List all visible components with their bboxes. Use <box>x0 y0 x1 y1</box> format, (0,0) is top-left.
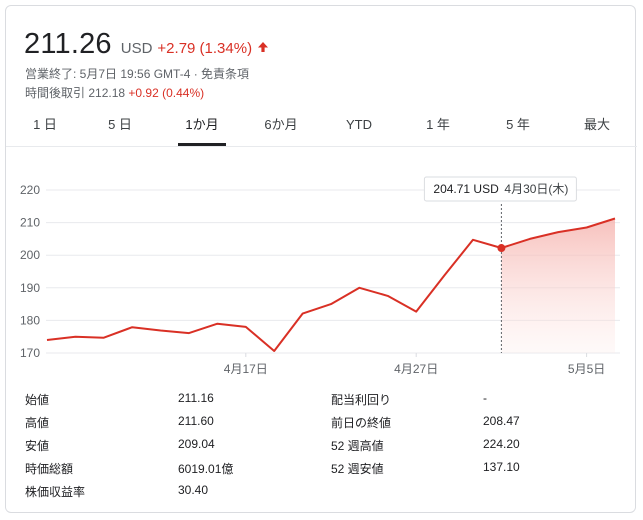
stat-label: 時価総額 <box>25 462 74 476</box>
stat-value: - <box>483 391 487 405</box>
x-tick-label: 5月5日 <box>568 362 605 376</box>
tab-6-month[interactable]: 6か月 <box>246 106 316 146</box>
stat-value: 30.40 <box>178 483 209 497</box>
x-axis-ticks: 4月17日 4月27日 5月5日 <box>224 353 605 376</box>
data-points <box>497 244 506 253</box>
x-tick-label: 4月27日 <box>394 362 438 376</box>
tab-5-year[interactable]: 5 年 <box>483 106 553 146</box>
tab-max[interactable]: 最大 <box>562 106 632 146</box>
stat-value: 209.04 <box>178 437 215 451</box>
price-chart[interactable]: 170 180 190 200 210 220 4月17日 4月27日 5月5日 204.71… <box>6 146 637 386</box>
stat-label: 始値 <box>25 393 50 407</box>
stat-label: 52 週安値 <box>331 462 384 476</box>
tooltip-date: 4月30日(木) <box>504 182 568 196</box>
stat-label: 株価収益率 <box>25 485 86 499</box>
y-tick-label: 190 <box>20 281 40 295</box>
stat-label: 安値 <box>25 439 50 453</box>
quote-header: 211.26 USD +2.79 (1.34%) <box>24 28 269 61</box>
after-hours-line: 時間後取引 212.18 +0.92 (0.44%) <box>25 84 204 101</box>
after-hours-label: 時間後取引 <box>25 86 86 100</box>
y-tick-label: 210 <box>20 216 40 230</box>
x-tick-label: 4月17日 <box>224 362 268 376</box>
y-axis-ticks: 170 180 190 200 210 220 <box>20 183 40 360</box>
range-tabs: 1 日 5 日 1か月 6か月 YTD 1 年 5 年 最大 <box>6 106 637 147</box>
stat-value: 211.60 <box>178 414 214 428</box>
tooltip: 204.71 USD 4月30日(木) <box>423 176 577 202</box>
tab-1-month[interactable]: 1か月 <box>178 106 226 146</box>
after-hours-price: 212.18 <box>88 86 126 100</box>
tab-5-day[interactable]: 5 日 <box>85 106 155 146</box>
current-price: 211.26 <box>24 28 112 60</box>
market-status: 営業終了: 5月7日 19:56 GMT-4 · 免責条項 <box>25 67 250 81</box>
stat-value: 211.16 <box>178 391 214 405</box>
tab-1-day[interactable]: 1 日 <box>10 106 80 146</box>
stat-label: 配当利回り <box>331 393 392 407</box>
tab-1-year[interactable]: 1 年 <box>403 106 473 146</box>
tooltip-value: 204.71 USD <box>433 182 499 196</box>
after-hours-change: +0.92 (0.44%) <box>128 86 205 100</box>
stock-quote-card: 211.26 USD +2.79 (1.34%) 営業終了: 5月7日 19:5… <box>5 5 637 513</box>
y-tick-label: 180 <box>20 313 40 327</box>
stat-value: 208.47 <box>483 414 520 428</box>
highlighted-point <box>497 244 506 253</box>
stat-value: 224.20 <box>483 437 520 451</box>
currency-label: USD <box>120 40 153 57</box>
stat-label: 前日の終値 <box>331 416 392 430</box>
price-area-fill <box>501 218 615 353</box>
y-tick-label: 220 <box>20 183 40 197</box>
y-tick-label: 170 <box>20 346 40 360</box>
arrow-up-icon <box>257 40 269 52</box>
tab-ytd[interactable]: YTD <box>324 106 394 146</box>
price-change: +2.79 (1.34%) <box>157 40 253 57</box>
stat-value: 6019.01億 <box>178 462 234 476</box>
stat-value: 137.10 <box>483 460 520 474</box>
y-tick-label: 200 <box>20 248 40 262</box>
stat-label: 52 週高値 <box>331 439 384 453</box>
stat-label: 高値 <box>25 416 50 430</box>
